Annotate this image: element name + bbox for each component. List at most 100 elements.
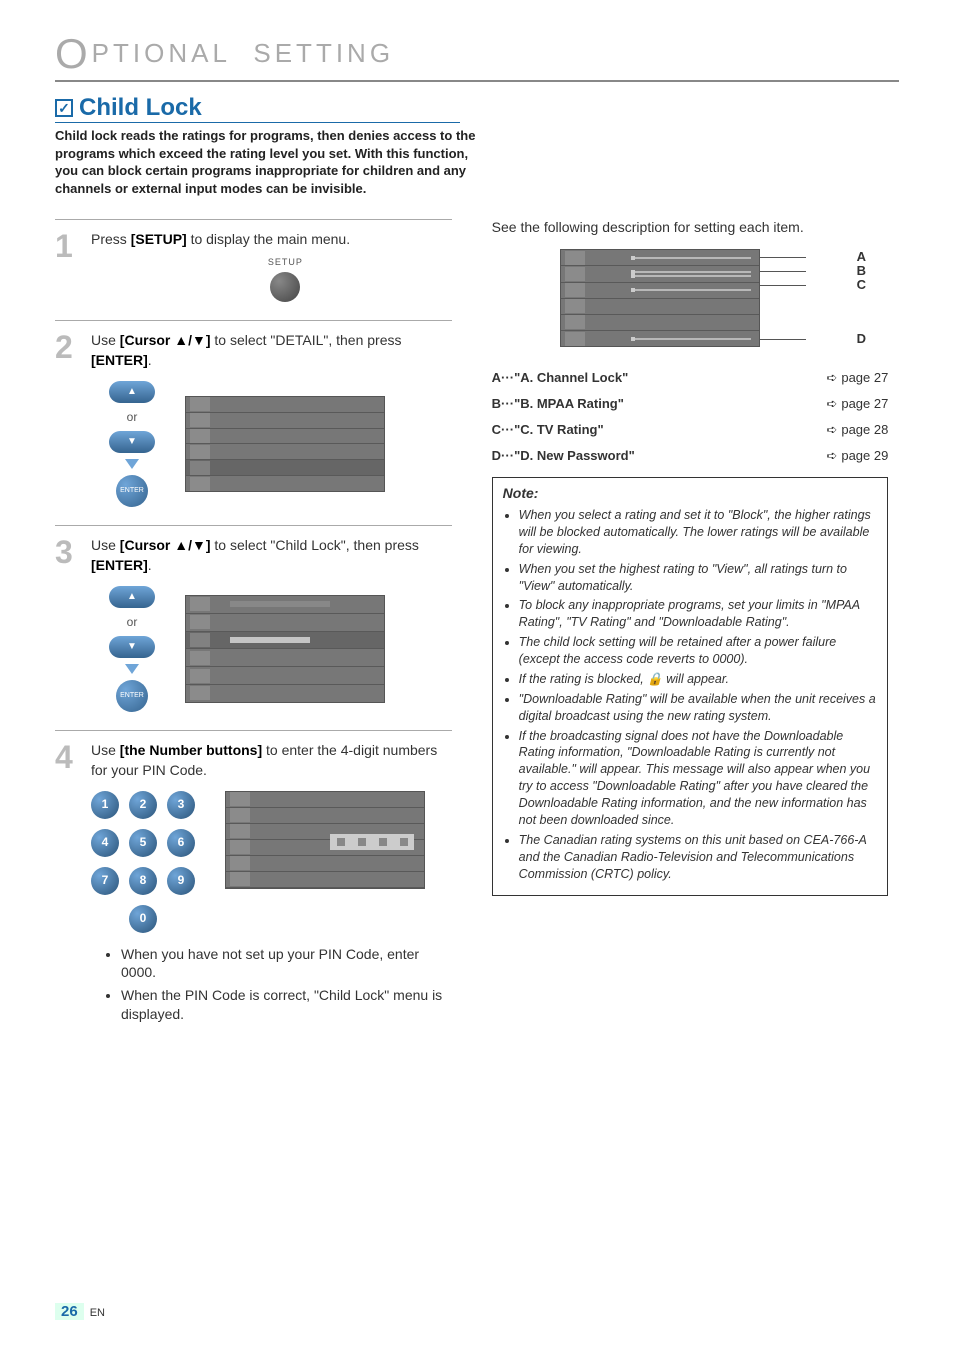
- menu-row-selected: [186, 460, 384, 476]
- arrow-down-icon: [125, 664, 139, 674]
- step-body: Press [SETUP] to display the main menu. …: [91, 230, 452, 302]
- menu-row: [226, 808, 424, 824]
- callout-line: [760, 271, 806, 272]
- section-title-row: ✓ Child Lock: [55, 94, 460, 123]
- step2-bold: [Cursor ▲/▼]: [120, 332, 211, 348]
- note-item: The Canadian rating systems on this unit…: [519, 832, 878, 883]
- menu-item-icon: [230, 792, 250, 806]
- pin-entry-screenshot: [225, 791, 425, 889]
- note-item: If the broadcasting signal does not have…: [519, 728, 878, 829]
- diag-sliders: [585, 257, 759, 259]
- header-word1: PTIONAL: [92, 38, 231, 68]
- menu-item-icon: [190, 413, 210, 427]
- menu-row-selected: [186, 632, 384, 650]
- step2-illustration: ▲ or ▼ ENTER: [91, 381, 452, 508]
- menu-item-icon: [230, 872, 250, 886]
- arrow-right-icon: ➪: [826, 422, 837, 437]
- diag-row-a: [561, 250, 759, 266]
- menu-item-icon: [190, 669, 210, 683]
- menu-row: [186, 667, 384, 685]
- step3-bold: [Cursor ▲/▼]: [120, 537, 211, 553]
- page-language: EN: [90, 1307, 105, 1319]
- diag-row-d: [561, 331, 759, 346]
- arrow-right-icon: ➪: [826, 448, 837, 463]
- arrow-right-icon: ➪: [826, 370, 837, 385]
- item-label: C···"C. TV Rating": [492, 422, 604, 438]
- step3-post: .: [148, 557, 152, 573]
- step4-pre: Use: [91, 742, 120, 758]
- enter-button-icon: ENTER: [116, 475, 148, 507]
- callout-line: [760, 257, 806, 258]
- menu-item-bar: [230, 601, 330, 607]
- key-5: 5: [129, 829, 157, 857]
- diag-row-b: [561, 266, 759, 282]
- setup-label: SETUP: [268, 256, 303, 269]
- note-item: If the rating is blocked, 🔒 will appear.: [519, 671, 878, 688]
- step-1: 1 Press [SETUP] to display the main menu…: [55, 219, 452, 320]
- section-title: Child Lock: [79, 94, 202, 122]
- menu-item-icon: [565, 315, 585, 329]
- note-item: The child lock setting will be retained …: [519, 634, 878, 668]
- diag-sliders: [585, 289, 759, 291]
- arrow-down-icon: [125, 459, 139, 469]
- settings-diagram: [560, 249, 760, 347]
- step-body: Use [Cursor ▲/▼] to select "DETAIL", the…: [91, 331, 452, 507]
- step2-post: .: [148, 352, 152, 368]
- menu-screenshot: [185, 396, 385, 492]
- menu-item-icon: [190, 445, 210, 459]
- page-ref: ➪page 29: [826, 448, 888, 464]
- note-box: Note: When you select a rating and set i…: [492, 477, 889, 896]
- cursor-down-icon: ▼: [109, 636, 155, 658]
- menu-item-icon: [565, 299, 585, 313]
- diagram-wrapper: A B C D: [560, 249, 820, 347]
- cursor-down-icon: ▼: [109, 431, 155, 453]
- step-body: Use [Cursor ▲/▼] to select "Child Lock",…: [91, 536, 452, 712]
- menu-row: [186, 444, 384, 460]
- diag-row: [561, 315, 759, 331]
- cursor-buttons: ▲ or ▼ ENTER: [109, 381, 155, 508]
- key-1: 1: [91, 791, 119, 819]
- step3-mid: to select "Child Lock", then press: [211, 537, 419, 553]
- cursor-buttons: ▲ or ▼ ENTER: [109, 586, 155, 713]
- key-3: 3: [167, 791, 195, 819]
- or-label: or: [127, 614, 138, 631]
- step4-note-item: When you have not set up your PIN Code, …: [121, 945, 452, 983]
- callout-d: D: [857, 331, 866, 346]
- manual-page: OPTIONAL SETTING ✓ Child Lock Child lock…: [0, 0, 954, 1348]
- menu-row: [186, 685, 384, 702]
- menu-item-icon: [190, 461, 210, 475]
- key-blank: [167, 905, 195, 933]
- key-4: 4: [91, 829, 119, 857]
- menu-item-icon: [565, 283, 585, 297]
- table-row: A···"A. Channel Lock" ➪page 27: [492, 365, 889, 391]
- step4-notes: When you have not set up your PIN Code, …: [91, 945, 452, 1025]
- item-reference-table: A···"A. Channel Lock" ➪page 27 B···"B. M…: [492, 365, 889, 469]
- note-item: "Downloadable Rating" will be available …: [519, 691, 878, 725]
- header-title: OPTIONAL SETTING: [55, 30, 899, 78]
- step-4: 4 Use [the Number buttons] to enter the …: [55, 730, 452, 1046]
- step1-pre: Press: [91, 231, 131, 247]
- menu-item-bar: [230, 637, 310, 643]
- menu-item-icon: [565, 332, 585, 346]
- menu-item-icon: [190, 397, 210, 411]
- step3-illustration: ▲ or ▼ ENTER: [91, 586, 452, 713]
- note-title: Note:: [503, 484, 878, 503]
- menu-item-icon: [230, 856, 250, 870]
- header-bar: OPTIONAL SETTING: [55, 30, 899, 82]
- step4-bold: [the Number buttons]: [120, 742, 262, 758]
- menu-item-icon: [230, 840, 250, 854]
- step-number: 2: [55, 331, 81, 507]
- note-item: When you set the highest rating to "View…: [519, 561, 878, 595]
- step3-bold2: [ENTER]: [91, 557, 148, 573]
- step-number: 3: [55, 536, 81, 712]
- menu-row: [226, 872, 424, 888]
- menu-row: [226, 792, 424, 808]
- menu-item-icon: [190, 633, 210, 647]
- step1-post: to display the main menu.: [187, 231, 350, 247]
- step-number: 1: [55, 230, 81, 302]
- callout-line: [760, 339, 806, 340]
- diag-row: [561, 299, 759, 315]
- menu-row: [186, 476, 384, 491]
- item-label: A···"A. Channel Lock": [492, 370, 629, 386]
- page-footer: 26 EN: [55, 1303, 105, 1320]
